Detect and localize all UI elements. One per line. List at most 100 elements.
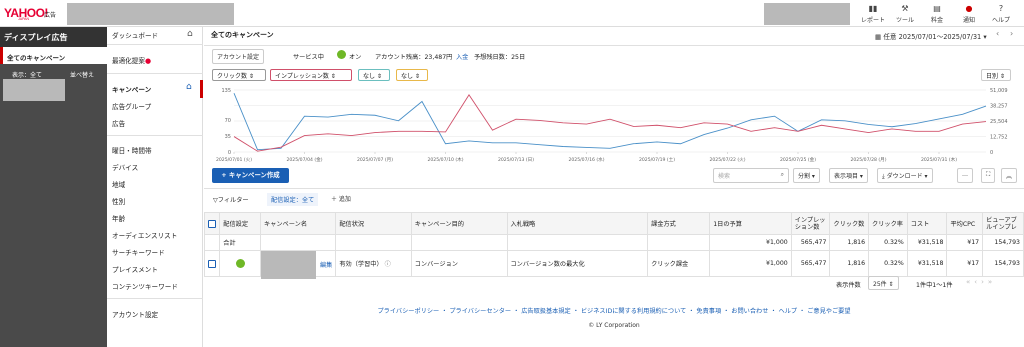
col-clicks[interactable]: クリック数 — [829, 212, 870, 235]
col-cost[interactable]: コスト — [906, 212, 948, 235]
download-button[interactable]: ⤓ ダウンロード ▾ — [877, 168, 933, 183]
nav-optimization[interactable]: 最適化提案● — [112, 55, 151, 65]
more-button[interactable]: … — [957, 168, 973, 183]
col-avg-cpc[interactable]: 平均CPC — [946, 212, 984, 235]
sidebar-header: ディスプレイ広告 — [0, 27, 107, 47]
campaign-name-redacted[interactable] — [261, 251, 316, 279]
account-settings-button[interactable]: アカウント設定 — [212, 49, 265, 64]
nav-content-keyword[interactable]: コンテンツキーワード — [112, 281, 178, 291]
col-campaign-name[interactable]: キャンペーン名 — [259, 212, 337, 235]
prev-period-icon[interactable]: ‹ — [996, 29, 999, 38]
table-row[interactable]: 編集 有効（学習中） ⓘ コンバージョン コンバージョン数の最大化 クリック課金… — [203, 250, 1024, 279]
metric2-select[interactable]: インプレッション数 ⇕ — [270, 69, 352, 81]
footer-link-business-id[interactable]: ビジネスIDに関する利用規約について — [581, 308, 686, 315]
nav-account-settings[interactable]: アカウント設定 — [112, 309, 158, 319]
col-ctr[interactable]: クリック率 — [868, 212, 908, 235]
x-tick-label: 2025/07/10 (木) — [427, 156, 463, 163]
row-budget[interactable]: ¥1,000 — [709, 250, 792, 277]
fullscreen-icon[interactable]: ⛶ — [981, 168, 996, 183]
footer-link-privacy[interactable]: プライバシーポリシー — [377, 308, 439, 315]
total-clicks: 1,816 — [829, 234, 870, 251]
campaign-name-cell[interactable]: 編集 — [259, 250, 337, 279]
nav-region[interactable]: 地域 — [112, 179, 125, 189]
collapse-icon[interactable]: ︽ — [1001, 168, 1018, 183]
footer-link-help[interactable]: ヘルプ — [779, 308, 798, 315]
col-goal[interactable]: キャンペーン目的 — [410, 212, 508, 235]
user-info-redacted[interactable] — [764, 3, 850, 25]
topnav-notifications[interactable]: ● 通知 — [952, 3, 986, 25]
metric1-select[interactable]: クリック数 ⇕ — [212, 69, 266, 81]
nav-day-hour[interactable]: 曜日・時間帯 — [112, 145, 152, 155]
filter-chip[interactable]: 配信設定：全て — [267, 193, 319, 206]
topnav-report[interactable]: ▮▮ レポート — [856, 3, 890, 25]
nav-age[interactable]: 年齢 — [112, 213, 125, 223]
campaign-name-redacted[interactable] — [3, 79, 65, 101]
footer-link-ad-terms[interactable]: 広告取扱基本規定 — [521, 308, 571, 315]
per-page-select[interactable]: 25件 ⇕ — [868, 276, 899, 290]
deposit-link[interactable]: 入金 — [456, 52, 468, 61]
info-icon[interactable]: ⓘ — [385, 261, 391, 268]
x-tick-label: 2025/07/01 (火) — [216, 157, 252, 163]
help-icon: ? — [998, 4, 1004, 13]
topnav-help[interactable]: ? ヘルプ — [984, 3, 1018, 25]
logo-suffix: 広告 — [44, 13, 57, 19]
nav-device[interactable]: デバイス — [112, 162, 138, 172]
edit-link[interactable]: 編集 — [320, 260, 332, 269]
per-page-label: 表示件数 — [836, 282, 861, 289]
nav-placement[interactable]: プレイスメント — [112, 264, 158, 274]
total-budget: ¥1,000 — [709, 234, 792, 251]
row-viewable: 154,793 — [982, 250, 1024, 277]
period-select[interactable]: 日別 ⇕ — [981, 69, 1011, 81]
col-impressions[interactable]: インプレッション数 — [790, 212, 831, 235]
nav-dashboard[interactable]: ダッシュボード — [112, 30, 158, 40]
date-range-picker[interactable]: ▦ 任意 2025/07/01〜2025/07/31 ▾ — [871, 29, 991, 43]
nav-search-keyword[interactable]: サーチキーワード — [112, 247, 165, 257]
delivery-toggle[interactable] — [219, 250, 261, 277]
col-delivery[interactable]: 配信設定 — [219, 212, 261, 235]
series-line-1 — [233, 93, 987, 151]
display-filter[interactable]: 表示：全て — [12, 70, 42, 79]
table-total-row: 合計 ¥1,000 565,477 1,816 0.32% ¥31,518 ¥1… — [203, 234, 1024, 251]
x-tick-label: 2025/07/07 (月) — [357, 157, 393, 163]
footer-link-feedback[interactable]: ご意見やご要望 — [807, 308, 850, 315]
nav-audience[interactable]: オーディエンスリスト — [112, 230, 177, 240]
col-status[interactable]: 配信状況 — [335, 212, 412, 235]
select-all-checkbox[interactable] — [203, 212, 221, 235]
col-daily-budget[interactable]: 1日の予算 — [709, 212, 792, 235]
topnav-billing[interactable]: ▤ 料金 — [920, 3, 954, 25]
nav-campaign[interactable]: キャンペーン — [112, 84, 151, 94]
next-period-icon[interactable]: › — [1010, 29, 1013, 38]
col-viewable[interactable]: ビューアブルインプレ — [982, 212, 1024, 235]
metric3-select[interactable]: なし ⇕ — [358, 69, 390, 81]
series-line-2 — [233, 94, 987, 152]
home-filled-icon: ⌂ — [186, 82, 192, 92]
footer-link-contact[interactable]: お問い合わせ — [731, 308, 768, 315]
row-impressions: 565,477 — [790, 250, 831, 277]
metric4-select[interactable]: なし ⇕ — [396, 69, 428, 81]
page-title: 全てのキャンペーン — [211, 31, 274, 39]
service-status-label: サービス中 — [293, 54, 324, 61]
home-icon[interactable]: ⌂ — [187, 29, 193, 39]
filter-label[interactable]: ▽フィルター — [213, 195, 249, 204]
split-button[interactable]: 分割 ▾ — [793, 168, 820, 183]
nav-adgroup[interactable]: 広告グループ — [112, 101, 151, 111]
all-campaigns-item[interactable]: 全てのキャンペーン — [0, 47, 107, 64]
row-checkbox[interactable] — [203, 250, 221, 277]
display-columns-button[interactable]: 表示項目 ▾ — [829, 168, 868, 183]
campaign-table: 配信設定 キャンペーン名 配信状況 キャンペーン目的 入札戦略 課金方式 1日の… — [203, 212, 1024, 279]
col-bid-strategy[interactable]: 入札戦略 — [506, 212, 649, 235]
pagination-arrows-icon[interactable]: «‹›» — [966, 278, 996, 286]
account-name-redacted[interactable] — [67, 3, 234, 25]
col-billing[interactable]: 課金方式 — [647, 212, 711, 235]
yahoo-ads-logo[interactable]: YAHOO! 広告 JAPAN — [4, 6, 56, 21]
topnav-tools[interactable]: ⚒ ツール — [888, 3, 922, 25]
add-filter-button[interactable]: ＋ 追加 — [327, 192, 355, 205]
create-campaign-button[interactable]: + キャンペーン作成 — [212, 168, 289, 183]
nav-ad[interactable]: 広告 — [112, 118, 125, 128]
footer-link-disclaimer[interactable]: 免責事項 — [696, 308, 721, 315]
search-input[interactable]: 検索 ⌕ — [713, 168, 789, 183]
sort-button[interactable]: 並べ替え — [70, 70, 94, 79]
nav-gender[interactable]: 性別 — [112, 196, 125, 206]
footer-link-privacy-center[interactable]: プライバシーセンター — [449, 308, 511, 315]
status-text: オン — [349, 54, 362, 61]
